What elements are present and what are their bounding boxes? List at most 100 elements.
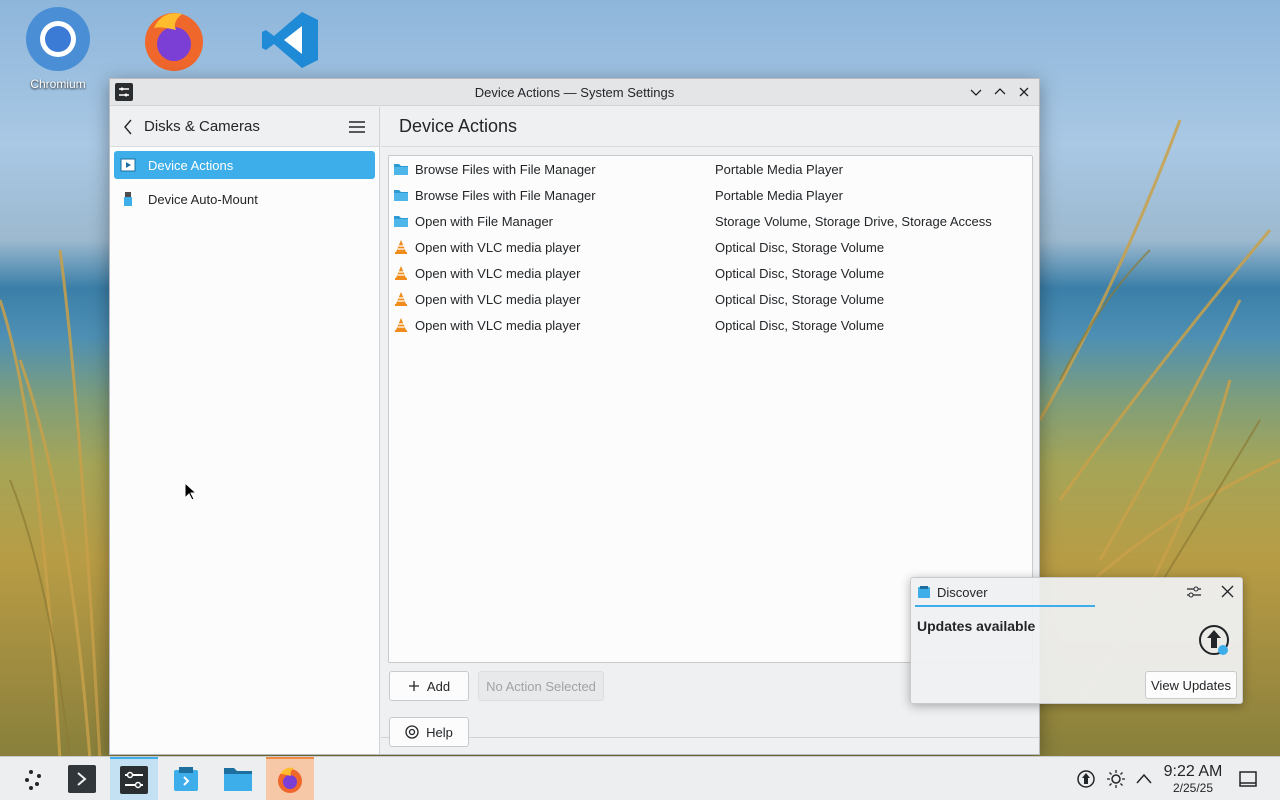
- settings-app-icon: [115, 83, 133, 101]
- vscode-icon: [262, 12, 318, 68]
- action-row[interactable]: Open with VLC media player Optical Disc,…: [389, 260, 1032, 286]
- mouse-cursor-icon: [184, 482, 198, 501]
- add-button-label: Add: [426, 678, 451, 694]
- action-row[interactable]: Open with VLC media player Optical Disc,…: [389, 312, 1032, 338]
- sidebar-header: Disks & Cameras: [110, 107, 379, 147]
- action-types: Portable Media Player: [715, 161, 843, 177]
- vlc-icon: [395, 266, 407, 280]
- maximize-button[interactable]: [991, 82, 1009, 102]
- discover-app-icon: [918, 586, 930, 598]
- window-title: Device Actions — System Settings: [474, 84, 675, 100]
- sidebar-item-label: Device Auto-Mount: [148, 191, 258, 207]
- action-row[interactable]: Open with File Manager Storage Volume, S…: [389, 208, 1032, 234]
- no-action-selected-button[interactable]: No Action Selected: [478, 671, 604, 701]
- action-name: Open with File Manager: [415, 213, 554, 229]
- main-header: Device Actions: [381, 107, 1039, 147]
- chevron-up-icon: [1136, 773, 1152, 784]
- chevron-left-icon: [124, 119, 132, 134]
- window-titlebar[interactable]: Device Actions — System Settings: [110, 79, 1039, 106]
- brightness-tray-icon[interactable]: [1106, 769, 1126, 792]
- sidebar-item-label: Device Actions: [148, 157, 234, 173]
- show-desktop-icon: [1239, 771, 1257, 787]
- help-lifebuoy-icon: [405, 725, 419, 739]
- notification-title: Updates available: [917, 618, 1036, 634]
- folder-icon: [394, 164, 408, 175]
- updates-tray-icon[interactable]: [1076, 769, 1096, 792]
- folder-icon: [394, 190, 408, 201]
- discover-icon: [174, 767, 198, 791]
- separator: [381, 737, 1039, 738]
- action-name: Browse Files with File Manager: [415, 161, 596, 177]
- action-row[interactable]: Open with VLC media player Optical Disc,…: [389, 286, 1032, 312]
- show-hidden-icons-button[interactable]: [1134, 769, 1154, 792]
- action-name: Open with VLC media player: [415, 265, 581, 281]
- digital-clock[interactable]: 9:22 AM 2/25/25: [1160, 763, 1226, 795]
- terminal-icon: [68, 765, 96, 793]
- desktop-icon-firefox[interactable]: [138, 8, 210, 75]
- help-button[interactable]: Help: [389, 717, 469, 747]
- discover-notification[interactable]: Discover Updates available View Updates: [910, 577, 1243, 704]
- settings-icon: [120, 766, 148, 794]
- action-row[interactable]: Browse Files with File Manager Portable …: [389, 156, 1032, 182]
- action-name: Open with VLC media player: [415, 317, 581, 333]
- clock-time: 9:22 AM: [1163, 763, 1223, 780]
- help-button-label: Help: [426, 724, 453, 740]
- action-row[interactable]: Open with VLC media player Optical Disc,…: [389, 234, 1032, 260]
- folder-icon: [394, 216, 408, 227]
- action-types: Portable Media Player: [715, 187, 843, 203]
- action-name: Browse Files with File Manager: [415, 187, 596, 203]
- sidebar-item-device-actions[interactable]: Device Actions: [114, 151, 375, 179]
- sidebar: Disks & Cameras Device Actions Device Au…: [110, 107, 380, 754]
- firefox-icon: [145, 13, 203, 71]
- notification-settings-button[interactable]: [1186, 584, 1202, 603]
- vlc-icon: [395, 240, 407, 254]
- back-button[interactable]: [120, 119, 136, 135]
- taskbar-terminal[interactable]: [58, 757, 106, 800]
- action-row[interactable]: Browse Files with File Manager Portable …: [389, 182, 1032, 208]
- chromium-icon: [26, 7, 90, 71]
- clock-date: 2/25/25: [1172, 781, 1214, 795]
- taskbar-file-manager[interactable]: [214, 757, 262, 800]
- close-button[interactable]: [1015, 82, 1033, 102]
- update-icon: [1196, 622, 1232, 661]
- vlc-icon: [395, 292, 407, 306]
- sidebar-item-device-auto-mount[interactable]: Device Auto-Mount: [114, 185, 375, 213]
- hamburger-icon: [349, 120, 365, 133]
- view-updates-button[interactable]: View Updates: [1145, 671, 1237, 699]
- view-updates-label: View Updates: [1151, 677, 1231, 693]
- vlc-icon: [395, 318, 407, 332]
- desktop-icon-chromium[interactable]: Chromium: [22, 6, 94, 91]
- add-button[interactable]: Add: [389, 671, 469, 701]
- taskbar-system-settings[interactable]: [110, 757, 158, 800]
- page-title: Device Actions: [399, 116, 518, 136]
- system-settings-window: Device Actions — System Settings Disks &…: [109, 78, 1040, 755]
- action-name: Open with VLC media player: [415, 291, 581, 307]
- action-name: Open with VLC media player: [415, 239, 581, 255]
- desktop-icon-vscode[interactable]: [254, 8, 326, 75]
- plus-icon: [408, 681, 419, 691]
- notification-close-button[interactable]: [1221, 585, 1234, 601]
- action-types: Optical Disc, Storage Volume: [715, 291, 885, 307]
- minimize-button[interactable]: [967, 82, 985, 102]
- chevron-up-icon: [994, 88, 1006, 95]
- application-launcher-button[interactable]: [10, 757, 58, 800]
- taskbar-firefox[interactable]: [266, 757, 314, 800]
- close-icon: [1221, 585, 1234, 598]
- action-types: Optical Disc, Storage Volume: [715, 265, 885, 281]
- action-types: Storage Volume, Storage Drive, Storage A…: [715, 213, 992, 229]
- taskbar: 9:22 AM 2/25/25: [0, 756, 1280, 800]
- hamburger-menu-button[interactable]: [347, 118, 367, 136]
- device-actions-icon: [120, 158, 136, 172]
- taskbar-discover[interactable]: [162, 757, 210, 800]
- notification-header: Discover: [911, 578, 1242, 606]
- desktop-icon-label: Chromium: [30, 77, 86, 91]
- folder-icon: [224, 768, 252, 791]
- close-icon: [1019, 87, 1029, 97]
- show-desktop-button[interactable]: [1238, 769, 1258, 792]
- action-types: Optical Disc, Storage Volume: [715, 239, 885, 255]
- action-types: Optical Disc, Storage Volume: [715, 317, 885, 333]
- sliders-icon: [1187, 586, 1201, 598]
- no-action-label: No Action Selected: [486, 678, 596, 694]
- firefox-icon: [278, 767, 302, 793]
- usb-drive-icon: [124, 192, 132, 206]
